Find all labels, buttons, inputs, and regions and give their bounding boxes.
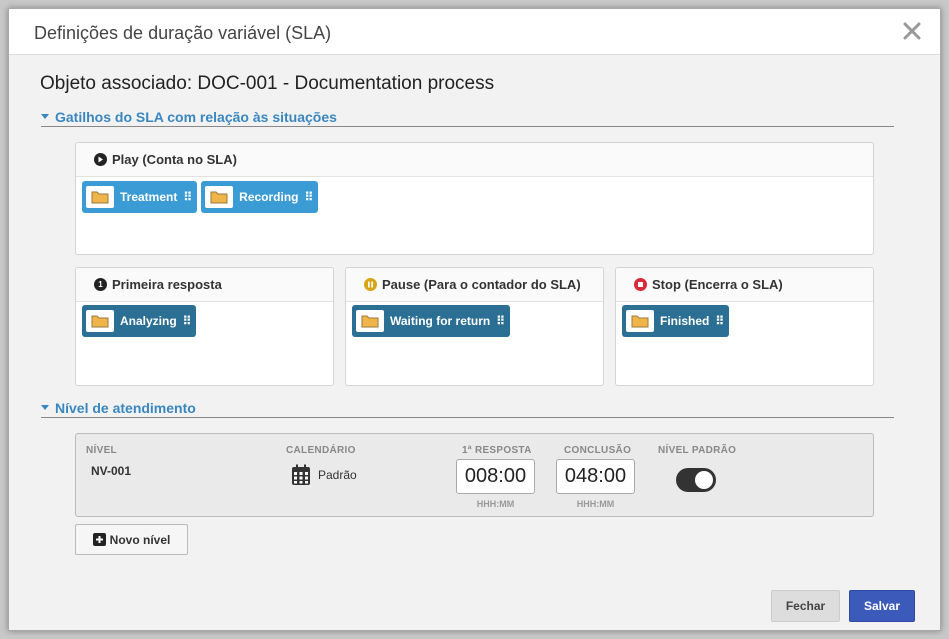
chip-label: Treatment bbox=[120, 190, 178, 204]
play-chips: Treatment ⠿ Recording ⠿ bbox=[82, 181, 322, 213]
drag-handle-icon[interactable]: ⠿ bbox=[715, 314, 724, 328]
chip-label: Analyzing bbox=[120, 314, 177, 328]
triggers-section-header[interactable]: Gatilhos do SLA com relação às situações bbox=[41, 109, 894, 127]
collapse-triangle-icon bbox=[41, 405, 49, 410]
play-panel: Play (Conta no SLA) Treatment ⠿ Recordin… bbox=[75, 142, 874, 255]
status-chip-recording[interactable]: Recording ⠿ bbox=[201, 181, 319, 213]
col-calendar-header: CALENDÁRIO bbox=[286, 445, 356, 456]
close-icon[interactable] bbox=[900, 19, 924, 43]
play-panel-title: Play (Conta no SLA) bbox=[76, 143, 873, 177]
folder-icon bbox=[86, 310, 114, 332]
close-button[interactable]: Fechar bbox=[771, 590, 840, 622]
triggers-section-label: Gatilhos do SLA com relação às situações bbox=[55, 109, 337, 125]
sla-dialog: Definições de duração variável (SLA) Obj… bbox=[8, 8, 941, 631]
chip-label: Waiting for return bbox=[390, 314, 491, 328]
pause-chips: Waiting for return ⠿ bbox=[352, 305, 514, 337]
chip-label: Finished bbox=[660, 314, 710, 328]
default-level-toggle[interactable] bbox=[676, 468, 716, 492]
level-code: NV-001 bbox=[91, 464, 132, 478]
stop-panel: Stop (Encerra o SLA) Finished ⠿ bbox=[615, 267, 874, 386]
first-response-title: Primeira resposta bbox=[112, 277, 222, 292]
col-first-response-header: 1ª RESPOSTA bbox=[462, 445, 532, 456]
drag-handle-icon[interactable]: ⠿ bbox=[183, 314, 192, 328]
calendar-value[interactable]: Padrão bbox=[291, 464, 357, 486]
pause-title: Pause (Para o contador do SLA) bbox=[382, 277, 581, 292]
folder-icon bbox=[86, 186, 114, 208]
service-level-row: NÍVEL CALENDÁRIO 1ª RESPOSTA CONCLUSÃO N… bbox=[75, 433, 874, 517]
toggle-knob bbox=[695, 471, 713, 489]
pause-panel-title: Pause (Para o contador do SLA) bbox=[346, 268, 603, 302]
status-chip-waiting-for-return[interactable]: Waiting for return ⠿ bbox=[352, 305, 511, 337]
col-conclusion-header: CONCLUSÃO bbox=[564, 445, 632, 456]
drag-handle-icon[interactable]: ⠿ bbox=[183, 190, 192, 204]
calendar-label: Padrão bbox=[318, 468, 357, 482]
play-title: Play (Conta no SLA) bbox=[112, 152, 237, 167]
pause-icon bbox=[364, 278, 377, 291]
service-level-section-label: Nível de atendimento bbox=[55, 400, 196, 416]
save-button[interactable]: Salvar bbox=[849, 590, 915, 622]
status-chip-treatment[interactable]: Treatment ⠿ bbox=[82, 181, 198, 213]
calendar-icon bbox=[292, 464, 310, 485]
status-chip-finished[interactable]: Finished ⠿ bbox=[622, 305, 730, 337]
drag-handle-icon[interactable]: ⠿ bbox=[305, 190, 314, 204]
first-response-hint: HHH:MM bbox=[476, 499, 515, 509]
col-default-level-header: NÍVEL PADRÃO bbox=[658, 445, 737, 456]
new-level-label: Novo nível bbox=[109, 532, 171, 547]
drag-handle-icon[interactable]: ⠿ bbox=[496, 314, 505, 328]
first-response-input[interactable]: 008:00 bbox=[456, 459, 535, 494]
plus-square-icon bbox=[92, 533, 106, 546]
status-chip-analyzing[interactable]: Analyzing ⠿ bbox=[82, 305, 197, 337]
new-level-button[interactable]: Novo nível bbox=[75, 524, 188, 555]
collapse-triangle-icon bbox=[41, 114, 49, 119]
first-response-chips: Analyzing ⠿ bbox=[82, 305, 200, 337]
conclusion-input[interactable]: 048:00 bbox=[556, 459, 635, 494]
number-one-icon: 1 bbox=[94, 278, 107, 291]
dialog-title: Definições de duração variável (SLA) bbox=[34, 23, 332, 43]
col-level-header: NÍVEL bbox=[86, 445, 117, 456]
stop-icon bbox=[634, 278, 647, 291]
pause-panel: Pause (Para o contador do SLA) Waiting f… bbox=[345, 267, 604, 386]
associated-object: Objeto associado: DOC-001 - Documentatio… bbox=[40, 73, 495, 94]
service-level-section-header[interactable]: Nível de atendimento bbox=[41, 400, 894, 418]
dialog-header: Definições de duração variável (SLA) bbox=[9, 9, 940, 55]
first-response-panel: 1 Primeira resposta Analyzing ⠿ bbox=[75, 267, 334, 386]
first-response-panel-title: 1 Primeira resposta bbox=[76, 268, 333, 302]
folder-icon bbox=[626, 310, 654, 332]
stop-title: Stop (Encerra o SLA) bbox=[652, 277, 783, 292]
stop-panel-title: Stop (Encerra o SLA) bbox=[616, 268, 873, 302]
conclusion-hint: HHH:MM bbox=[576, 499, 615, 509]
chip-label: Recording bbox=[239, 190, 299, 204]
play-icon bbox=[94, 153, 107, 166]
stop-chips: Finished ⠿ bbox=[622, 305, 733, 337]
folder-icon bbox=[205, 186, 234, 208]
folder-icon bbox=[356, 310, 384, 332]
